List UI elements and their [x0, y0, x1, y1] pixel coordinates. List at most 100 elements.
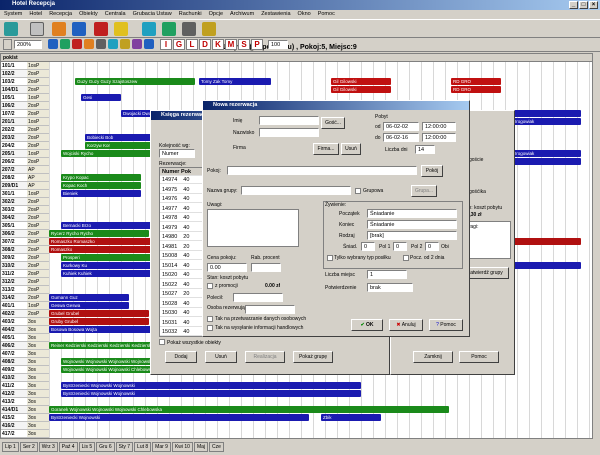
date-to-input[interactable]: 06-02-16 — [383, 133, 419, 142]
exit-icon[interactable] — [4, 22, 18, 36]
menu-item[interactable]: System — [4, 11, 22, 18]
room-cell[interactable]: 401/1 — [1, 302, 27, 310]
room-cell[interactable]: 306/2 — [1, 230, 27, 238]
keyboard-icon[interactable] — [182, 22, 196, 36]
menu-item[interactable]: Grubacia Ustaw — [133, 11, 172, 18]
reservation-bar[interactable]: Goranek Wojnowski Wojnowski Wojnowski Ch… — [49, 406, 449, 413]
room-cell[interactable]: 305/1 — [1, 222, 27, 230]
month-tab[interactable]: Sty 7 — [115, 442, 134, 452]
room-cell[interactable]: 313/2 — [1, 286, 27, 294]
delete-button[interactable]: Usuń — [205, 351, 237, 363]
month-tab[interactable]: Mar 9 — [152, 442, 171, 452]
menu-item[interactable]: Obiekty — [79, 11, 98, 18]
close-dialog-button[interactable]: Zamknij — [413, 351, 453, 363]
reservation-bar[interactable]: Tomy Zak Tomy — [199, 78, 271, 85]
filter-i-button[interactable]: I — [160, 39, 172, 50]
reservation-bar[interactable]: Bobiecki Bob — [85, 134, 155, 141]
month-tab[interactable]: Ser 2 — [19, 442, 38, 452]
room-cell[interactable]: 205/1 — [1, 150, 27, 158]
half2-input[interactable]: 0 — [425, 242, 439, 251]
room-cell[interactable]: 405/1 — [1, 334, 27, 342]
promo-checkbox[interactable] — [207, 283, 213, 289]
tool-icon[interactable] — [84, 39, 94, 49]
tool-icon[interactable] — [48, 39, 58, 49]
reservation-bar[interactable]: RD GRO — [451, 86, 501, 93]
sort-select[interactable]: Numer — [159, 149, 195, 158]
tool-icon[interactable] — [72, 39, 82, 49]
reservation-bar[interactable]: Geswa Geswa — [49, 302, 129, 309]
data-consent-checkbox[interactable] — [207, 316, 213, 322]
month-tab[interactable]: Lip 1 — [2, 442, 19, 452]
room-cell[interactable]: 103/2 — [1, 78, 27, 86]
room-cell[interactable]: 201/1 — [1, 118, 27, 126]
tool-icon[interactable] — [144, 39, 154, 49]
reservation-bar[interactable]: Gruby Grubel — [49, 318, 149, 325]
reservation-bar[interactable]: Kuhiek Kuhiek — [61, 270, 151, 277]
reservation-bar[interactable]: Romaszko — [49, 246, 159, 253]
last-name-input[interactable] — [259, 128, 319, 137]
remove-company-button[interactable]: Usuń — [341, 143, 361, 155]
month-tab[interactable]: Paź 4 — [58, 442, 78, 452]
room-cell[interactable]: 308/2 — [1, 246, 27, 254]
reservation-bar[interactable]: Kopac Koch — [61, 182, 141, 189]
reservation-bar[interactable]: Guzy Guzy Guzy Szajstoszew — [75, 78, 195, 85]
close-button[interactable]: × — [589, 1, 598, 9]
room-cell[interactable]: 104/D1 — [1, 86, 27, 94]
time-to-input[interactable]: 12:00:00 — [422, 133, 456, 142]
group-input[interactable] — [241, 186, 351, 195]
ok-button[interactable]: ✔ OK — [351, 319, 383, 331]
reservation-bar[interactable]: Gesi — [81, 94, 121, 101]
month-tab[interactable]: Lis 5 — [78, 442, 96, 452]
add-button[interactable]: Dodaj — [165, 351, 197, 363]
reservation-bar[interactable]: Zbik — [321, 414, 381, 421]
filter-k-button[interactable]: K — [212, 39, 224, 50]
menu-item[interactable]: Rachunki — [179, 11, 202, 18]
reservations-table[interactable]: Numer Pok 14974 40 14975 40 14976 40 14977 40 14… — [159, 167, 220, 337]
room-cell[interactable]: 402/2 — [1, 310, 27, 318]
room-input[interactable] — [227, 166, 417, 175]
menu-item[interactable]: Opcje — [209, 11, 223, 18]
menu-item[interactable]: Okno — [298, 11, 311, 18]
month-tab[interactable]: Kwi 10 — [171, 442, 193, 452]
meals-start-select[interactable]: Śniadanie — [367, 209, 457, 218]
room-cell[interactable]: 107/2 — [1, 110, 27, 118]
reservation-bar[interactable]: Bernacki Brzo — [61, 222, 151, 229]
room-cell[interactable]: 411/2 — [1, 382, 27, 390]
nights-input[interactable]: 14 — [415, 145, 435, 154]
room-cell[interactable]: 407/2 — [1, 350, 27, 358]
month-tab[interactable]: Gru 6 — [96, 442, 115, 452]
room-cell[interactable]: 106/2 — [1, 102, 27, 110]
filter-s-button[interactable]: S — [238, 39, 250, 50]
price-input[interactable]: 0.00 — [207, 263, 247, 272]
first-name-input[interactable] — [259, 116, 319, 125]
filter-p-button[interactable]: P — [251, 39, 263, 50]
date-from-input[interactable]: 06-02-02 — [383, 122, 419, 131]
pos-icon[interactable] — [94, 22, 108, 36]
room-cell[interactable]: 408/2 — [1, 358, 27, 366]
breakfast-input[interactable]: 0 — [361, 242, 375, 251]
recommended-select[interactable] — [233, 293, 283, 302]
menu-item[interactable]: Centrala — [105, 11, 126, 18]
group-checkbox[interactable] — [355, 188, 361, 194]
meals-type-select[interactable]: [brak] — [367, 231, 457, 240]
help-dialog-button[interactable]: Pomoc — [459, 351, 499, 363]
half1-input[interactable]: 0 — [393, 242, 407, 251]
group-icon[interactable] — [142, 22, 156, 36]
month-tab[interactable]: Maj — [193, 442, 209, 452]
room-cell[interactable]: 206/2 — [1, 158, 27, 166]
room-cell[interactable]: 301/1 — [1, 190, 27, 198]
reservation-bar[interactable]: Wojciski Rycho — [61, 150, 151, 157]
reservation-bar[interactable]: Korzyw Kor — [85, 142, 155, 149]
group-button[interactable]: Grupa... — [411, 185, 437, 197]
menu-item[interactable]: Recepcja — [49, 11, 72, 18]
room-cell[interactable]: 403/2 — [1, 318, 27, 326]
show-group-button[interactable]: Pokaż grupę — [293, 351, 333, 363]
scale-select[interactable]: 100 — [268, 40, 288, 49]
room-cell[interactable]: 304/2 — [1, 214, 27, 222]
reservation-bar[interactable]: Krypo Kopac — [61, 174, 141, 181]
places-input[interactable]: 1 — [367, 270, 407, 279]
reservation-bar[interactable]: RD GRO — [451, 78, 501, 85]
room-cell[interactable]: 208/2 — [1, 174, 27, 182]
room-cell[interactable]: 311/2 — [1, 270, 27, 278]
filter-d-button[interactable]: D — [199, 39, 211, 50]
